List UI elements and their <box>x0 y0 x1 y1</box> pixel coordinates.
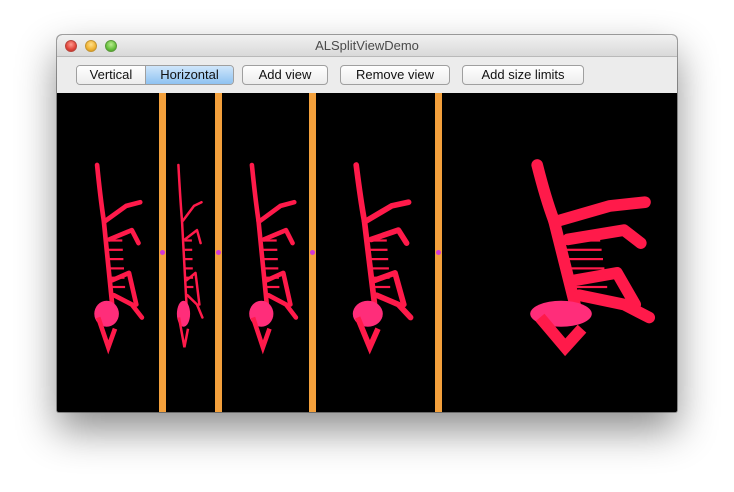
split-divider-3[interactable] <box>309 93 316 412</box>
divider-handle-2[interactable] <box>216 250 221 255</box>
split-divider-1[interactable] <box>159 93 166 412</box>
window-title: ALSplitViewDemo <box>315 38 419 53</box>
add-view-button[interactable]: Add view <box>242 65 328 85</box>
divider-handle-3[interactable] <box>310 250 315 255</box>
divider-handle-1[interactable] <box>160 250 165 255</box>
split-pane-5 <box>442 93 677 412</box>
split-pane-1 <box>57 93 159 412</box>
horizontal-segment[interactable]: Horizontal <box>146 66 233 84</box>
cat-figure-3 <box>249 162 299 355</box>
app-window: ALSplitViewDemo Vertical Horizontal Add … <box>57 35 677 412</box>
title-bar[interactable]: ALSplitViewDemo <box>57 35 677 57</box>
split-pane-4 <box>316 93 435 412</box>
cat-figure-4 <box>352 162 414 355</box>
split-view <box>57 93 677 412</box>
add-size-limits-button[interactable]: Add size limits <box>462 65 584 85</box>
split-pane-3 <box>222 93 309 412</box>
orientation-segmented-control[interactable]: Vertical Horizontal <box>76 65 234 85</box>
remove-view-button[interactable]: Remove view <box>340 65 450 85</box>
split-divider-4[interactable] <box>435 93 442 412</box>
cat-figure-2 <box>176 163 204 348</box>
vertical-segment[interactable]: Vertical <box>77 66 146 84</box>
cat-figure-1 <box>94 162 145 355</box>
divider-handle-4[interactable] <box>436 250 441 255</box>
split-pane-2 <box>166 93 215 412</box>
cat-figure-5 <box>530 159 656 357</box>
split-divider-2[interactable] <box>215 93 222 412</box>
toolbar: Vertical Horizontal Add view Remove view… <box>57 57 677 93</box>
